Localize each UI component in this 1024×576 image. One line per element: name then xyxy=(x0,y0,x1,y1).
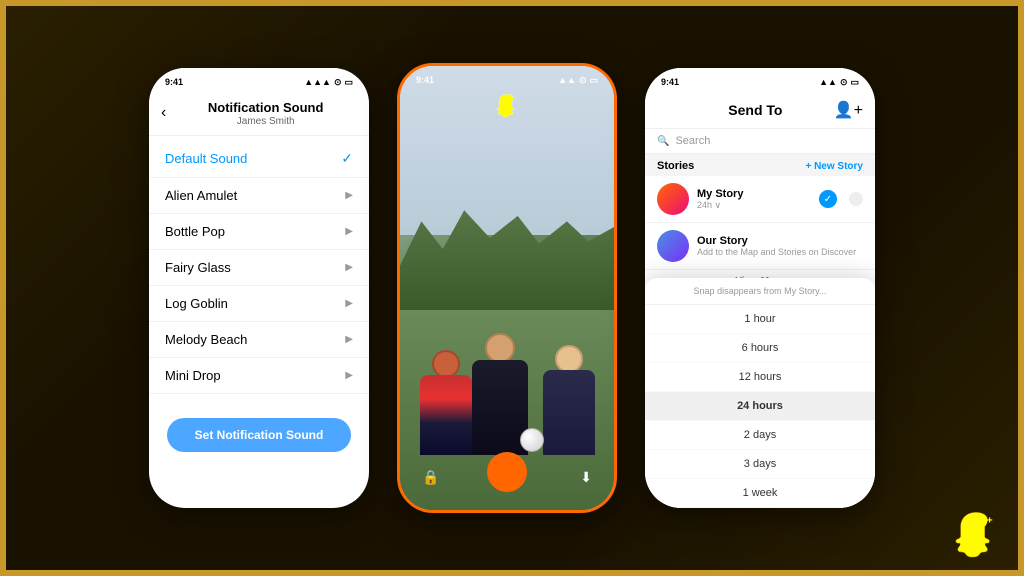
wifi-icon-right: ⊙ xyxy=(840,77,848,88)
sound-item-default[interactable]: Default Sound ✓ xyxy=(149,140,369,178)
signal-icon-left: ▲▲▲ xyxy=(304,77,331,87)
my-story-check: ✓ xyxy=(819,190,837,208)
sound-label-default: Default Sound xyxy=(165,151,247,166)
battery-icon-left: ▭ xyxy=(344,77,353,88)
snapchat-ghost-camera xyxy=(493,92,521,126)
wifi-icon-left: ⊙ xyxy=(334,77,342,88)
orange-send-button[interactable] xyxy=(487,452,527,492)
notif-title-area: Notification Sound James Smith xyxy=(174,100,357,127)
svg-text:+: + xyxy=(987,514,993,526)
story-item-my[interactable]: My Story 24h ∨ ✓ xyxy=(645,176,875,223)
battery-icon-middle: ▭ xyxy=(589,75,598,86)
my-story-info: My Story 24h ∨ xyxy=(697,188,811,211)
figure-right xyxy=(541,345,596,455)
head-mid xyxy=(485,333,515,363)
dropdown-6hours[interactable]: 6 hours xyxy=(645,334,875,363)
sound-label-alien: Alien Amulet xyxy=(165,188,237,203)
phone-middle: 9:41 ▲▲ ⊙ ▭ xyxy=(397,63,617,513)
my-story-settings[interactable] xyxy=(849,192,863,206)
soccer-ball xyxy=(520,428,544,452)
dropdown-1week[interactable]: 1 week xyxy=(645,479,875,508)
stories-section-header: Stories + New Story xyxy=(645,154,875,176)
battery-icon-right: ▭ xyxy=(850,77,859,88)
sound-play-fairy: ▶ xyxy=(345,262,353,273)
our-story-sub: Add to the Map and Stories on Discover xyxy=(697,247,863,257)
phone-right: 9:41 ▲▲ ⊙ ▭ Send To 👤+ 🔍 Search Stories xyxy=(645,68,875,508)
sound-label-mini: Mini Drop xyxy=(165,368,221,383)
search-input[interactable]: Search xyxy=(675,135,863,147)
my-story-name: My Story xyxy=(697,188,811,200)
sound-label-bottle: Bottle Pop xyxy=(165,224,225,239)
sound-item-fairy[interactable]: Fairy Glass ▶ xyxy=(149,250,369,286)
phones-container: 9:41 ▲▲▲ ⊙ ▭ ‹ Notification Sound James … xyxy=(0,0,1024,576)
stories-title: Stories xyxy=(657,160,694,172)
notification-header: ‹ Notification Sound James Smith xyxy=(149,92,369,136)
add-friend-button[interactable]: 👤+ xyxy=(834,100,863,120)
story-item-our[interactable]: Our Story Add to the Map and Stories on … xyxy=(645,223,875,270)
phone-left: 9:41 ▲▲▲ ⊙ ▭ ‹ Notification Sound James … xyxy=(149,68,369,508)
sound-label-melody: Melody Beach xyxy=(165,332,247,347)
sound-list: Default Sound ✓ Alien Amulet ▶ Bottle Po… xyxy=(149,136,369,398)
our-story-name: Our Story xyxy=(697,235,863,247)
sound-check-default: ✓ xyxy=(341,150,353,167)
dropdown-3days[interactable]: 3 days xyxy=(645,450,875,479)
sound-item-bottle[interactable]: Bottle Pop ▶ xyxy=(149,214,369,250)
sound-item-mini[interactable]: Mini Drop ▶ xyxy=(149,358,369,394)
send-to-screen: Send To 👤+ 🔍 Search Stories + New Story … xyxy=(645,92,875,508)
lock-icon: 🔒 xyxy=(422,469,439,486)
our-story-avatar xyxy=(657,230,689,262)
sound-item-alien[interactable]: Alien Amulet ▶ xyxy=(149,178,369,214)
head-right xyxy=(555,345,583,373)
dropdown-12hours[interactable]: 12 hours xyxy=(645,363,875,392)
signal-icon-right: ▲▲ xyxy=(819,77,837,87)
our-story-info: Our Story Add to the Map and Stories on … xyxy=(697,235,863,257)
sound-play-log: ▶ xyxy=(345,298,353,309)
signal-icon-middle: ▲▲ xyxy=(558,75,576,85)
save-icon[interactable]: ⬇ xyxy=(580,469,592,486)
dropdown-overlay: Snap disappears from My Story... 1 hour … xyxy=(645,278,875,508)
my-story-avatar xyxy=(657,183,689,215)
new-story-button[interactable]: + New Story xyxy=(805,161,863,172)
search-icon: 🔍 xyxy=(657,136,669,147)
sound-play-mini: ▶ xyxy=(345,370,353,381)
status-icons-middle: ▲▲ ⊙ ▭ xyxy=(558,75,598,86)
figure-left xyxy=(418,350,473,455)
snapchat-logo-bottom: + xyxy=(952,510,1000,558)
body-left xyxy=(420,375,472,455)
search-bar[interactable]: 🔍 Search xyxy=(645,129,875,154)
notif-screen-title: Notification Sound xyxy=(174,100,357,116)
dropdown-1hour[interactable]: 1 hour xyxy=(645,305,875,334)
dropdown-24hours[interactable]: 24 hours xyxy=(645,392,875,421)
dropdown-2days[interactable]: 2 days xyxy=(645,421,875,450)
photo-background xyxy=(400,66,614,510)
wifi-icon-middle: ⊙ xyxy=(579,75,587,86)
sound-label-fairy: Fairy Glass xyxy=(165,260,231,275)
sound-play-alien: ▶ xyxy=(345,190,353,201)
sound-item-melody[interactable]: Melody Beach ▶ xyxy=(149,322,369,358)
dropdown-title: Snap disappears from My Story... xyxy=(645,278,875,305)
sound-play-melody: ▶ xyxy=(345,334,353,345)
set-notification-sound-button[interactable]: Set Notification Sound xyxy=(167,418,352,452)
send-to-title: Send To xyxy=(728,102,782,118)
status-time-left: 9:41 xyxy=(165,77,183,87)
sound-label-log: Log Goblin xyxy=(165,296,228,311)
body-right xyxy=(543,370,595,455)
status-icons-left: ▲▲▲ ⊙ ▭ xyxy=(304,77,353,88)
status-time-right: 9:41 xyxy=(661,77,679,87)
back-button[interactable]: ‹ xyxy=(161,104,166,122)
send-to-header: Send To 👤+ xyxy=(645,92,875,129)
phone-middle-status-bar: 9:41 ▲▲ ⊙ ▭ xyxy=(400,66,614,90)
phone-right-status-bar: 9:41 ▲▲ ⊙ ▭ xyxy=(645,68,875,92)
notif-screen-subtitle: James Smith xyxy=(174,116,357,127)
phone-left-notch xyxy=(229,68,289,86)
status-time-middle: 9:41 xyxy=(416,75,434,85)
status-icons-right: ▲▲ ⊙ ▭ xyxy=(819,77,859,88)
head-left xyxy=(432,350,460,378)
camera-view: 9:41 ▲▲ ⊙ ▭ xyxy=(400,66,614,510)
my-story-sub: 24h ∨ xyxy=(697,200,811,211)
sound-item-log[interactable]: Log Goblin ▶ xyxy=(149,286,369,322)
sound-play-bottle: ▶ xyxy=(345,226,353,237)
